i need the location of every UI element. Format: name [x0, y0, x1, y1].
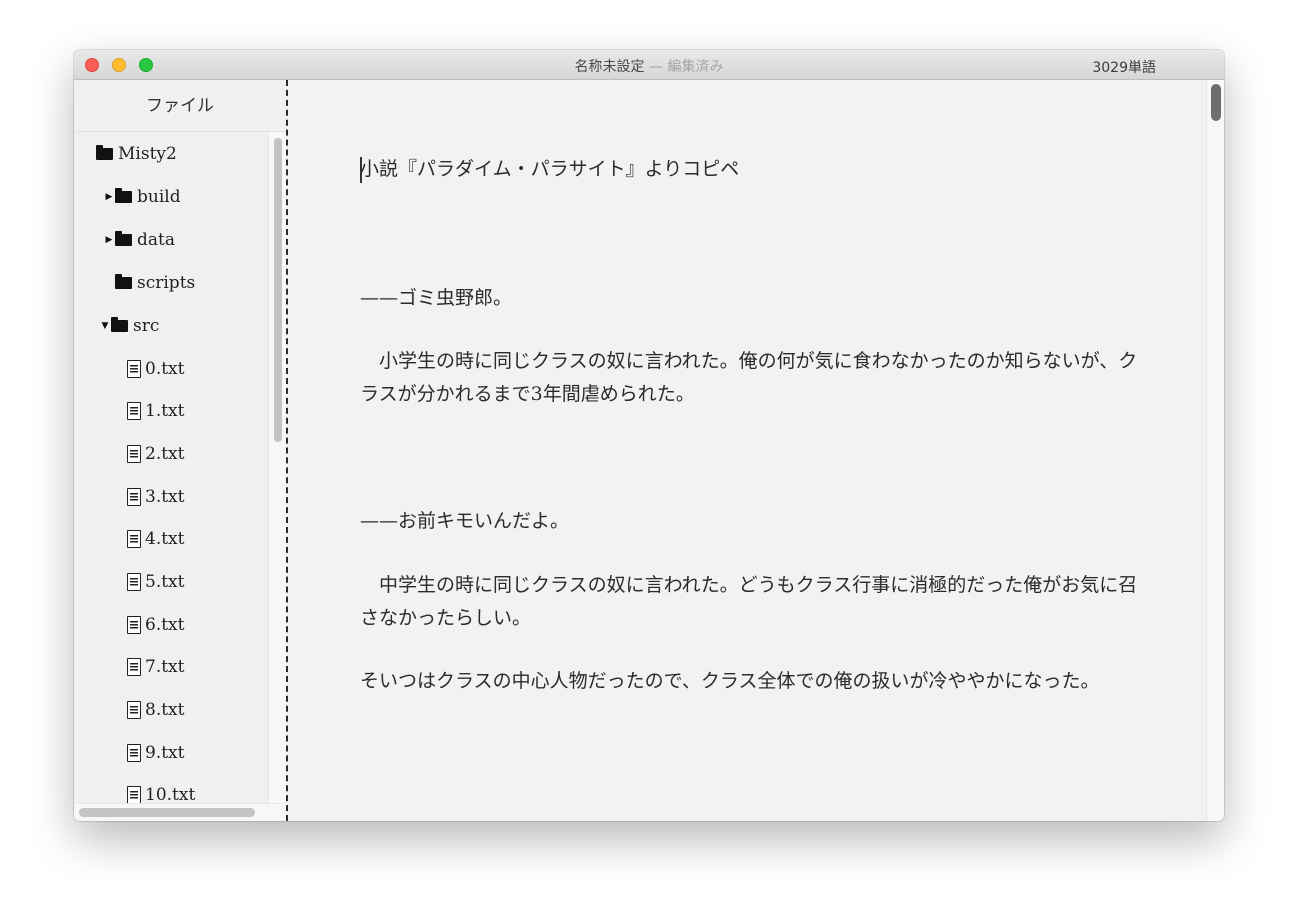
tree-file[interactable]: 9.txt — [74, 736, 266, 770]
sidebar-title: ファイル — [74, 80, 286, 132]
file-icon — [127, 445, 141, 463]
folder-icon — [115, 274, 132, 289]
tree-file[interactable]: 8.txt — [74, 693, 266, 727]
tree-file[interactable]: 0.txt — [74, 352, 266, 386]
tree-item-label: data — [137, 230, 175, 250]
tree-item-label: 7.txt — [145, 657, 185, 677]
tree-item-label: 8.txt — [145, 700, 185, 720]
tree-file[interactable]: 6.txt — [74, 608, 266, 642]
folder-icon — [115, 231, 132, 246]
disclosure-down-icon[interactable]: ▼ — [99, 321, 111, 331]
tree-item-label: 9.txt — [145, 743, 185, 763]
tree-item-label: 2.txt — [145, 444, 185, 464]
document-name: 名称未設定 — [574, 59, 645, 75]
tree-item-label: Misty2 — [118, 144, 177, 164]
tree-folder-misty2[interactable]: Misty2 — [74, 137, 266, 171]
file-icon — [127, 530, 141, 548]
file-icon — [127, 573, 141, 591]
edited-status: 編集済み — [667, 59, 724, 75]
disclosure-right-icon[interactable]: ▶ — [103, 235, 115, 245]
tree-file[interactable]: 5.txt — [74, 565, 266, 599]
tree-folder-scripts[interactable]: scripts — [74, 266, 266, 300]
title-separator: — — [649, 59, 663, 75]
text-caret — [360, 157, 362, 183]
paragraph[interactable]: ——ゴミ虫野郎。 — [360, 282, 1140, 315]
tree-item-label: 5.txt — [145, 572, 185, 592]
paragraph[interactable]: 小説『パラダイム・パラサイト』よりコピペ — [360, 153, 1140, 186]
file-tree: Misty2 ▶ build ▶ data scripts ▼ src 0.tx… — [74, 132, 266, 804]
editor-vertical-scrollbar[interactable] — [1206, 80, 1224, 821]
tree-item-label: 4.txt — [145, 529, 185, 549]
tree-file[interactable]: 10.txt — [74, 778, 266, 804]
tree-item-label: src — [133, 316, 160, 336]
paragraph[interactable]: 小学生の時に同じクラスの奴に言われた。俺の何が気に食わなかったのか知らないが、ク… — [360, 345, 1140, 411]
folder-icon — [96, 145, 113, 160]
editor-scroll-thumb[interactable] — [1211, 84, 1221, 121]
paragraph[interactable]: そいつはクラスの中心人物だったので、クラス全体での俺の扱いが冷ややかになった。 — [360, 665, 1140, 698]
sidebar-vertical-scrollbar[interactable] — [268, 132, 286, 804]
tree-item-label: 10.txt — [145, 785, 196, 804]
tree-file[interactable]: 2.txt — [74, 437, 266, 471]
disclosure-right-icon[interactable]: ▶ — [103, 192, 115, 202]
file-icon — [127, 701, 141, 719]
file-icon — [127, 402, 141, 420]
sidebar-horizontal-scroll-thumb[interactable] — [79, 808, 255, 817]
sidebar-vertical-scroll-thumb[interactable] — [274, 138, 282, 442]
window-title: 名称未設定 — 編集済み — [74, 56, 1224, 76]
tree-folder-build[interactable]: ▶ build — [74, 180, 266, 214]
app-window: 名称未設定 — 編集済み 3029単語 ファイル Misty2 ▶ build … — [74, 50, 1224, 821]
file-icon — [127, 786, 141, 804]
tree-file[interactable]: 4.txt — [74, 522, 266, 556]
tree-item-label: build — [137, 187, 181, 207]
tree-item-label: 1.txt — [145, 401, 185, 421]
title-bar[interactable]: 名称未設定 — 編集済み 3029単語 — [74, 50, 1224, 80]
tree-item-label: 0.txt — [145, 359, 185, 379]
file-sidebar: ファイル Misty2 ▶ build ▶ data scripts ▼ src… — [74, 80, 286, 821]
tree-item-label: 3.txt — [145, 487, 185, 507]
tree-item-label: 6.txt — [145, 615, 185, 635]
tree-file[interactable]: 3.txt — [74, 480, 266, 514]
file-icon — [127, 360, 141, 378]
paragraph[interactable]: ——お前キモいんだよ。 — [360, 505, 1140, 538]
tree-file[interactable]: 1.txt — [74, 394, 266, 428]
folder-icon — [111, 317, 128, 332]
tree-file[interactable]: 7.txt — [74, 650, 266, 684]
tree-folder-src[interactable]: ▼ src — [74, 309, 266, 343]
word-count: 3029単語 — [1092, 60, 1156, 76]
sidebar-horizontal-scrollbar[interactable] — [74, 803, 286, 821]
text-editor[interactable]: 小説『パラダイム・パラサイト』よりコピペ ——ゴミ虫野郎。 小学生の時に同じクラ… — [288, 80, 1206, 821]
file-icon — [127, 616, 141, 634]
tree-item-label: scripts — [137, 273, 196, 293]
paragraph[interactable]: 中学生の時に同じクラスの奴に言われた。どうもクラス行事に消極的だった俺がお気に召… — [360, 569, 1140, 635]
folder-icon — [115, 188, 132, 203]
tree-folder-data[interactable]: ▶ data — [74, 223, 266, 257]
file-icon — [127, 488, 141, 506]
file-icon — [127, 744, 141, 762]
file-icon — [127, 658, 141, 676]
